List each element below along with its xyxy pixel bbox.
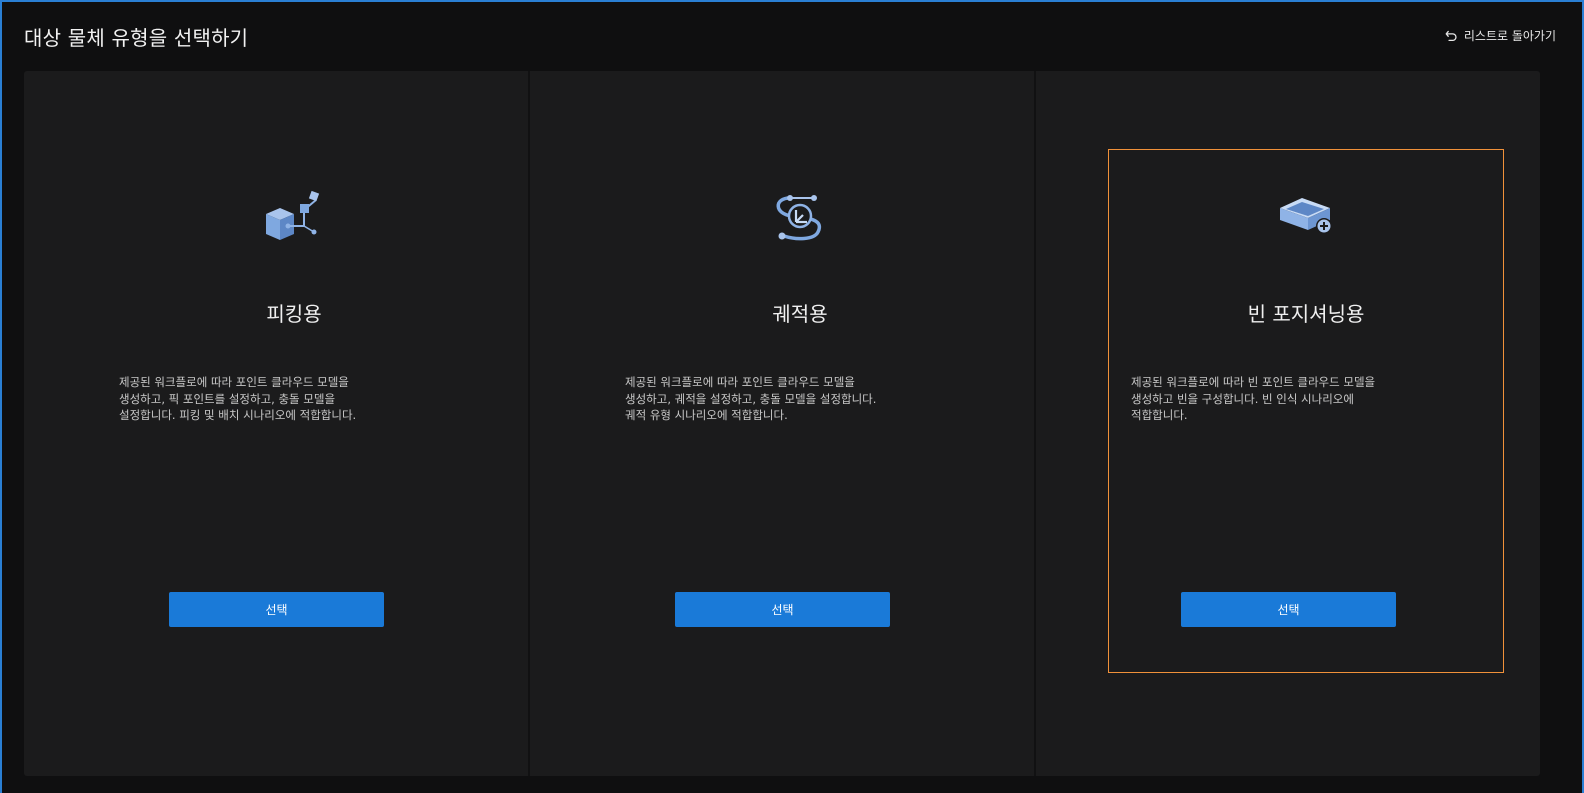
back-link-label: 리스트로 돌아가기 [1463, 29, 1556, 43]
card-bin-positioning[interactable]: 빈 포지셔닝용 제공된 워크플로에 따라 빈 포인트 클라우드 모델을 생성하고… [1108, 149, 1504, 673]
card-picking[interactable]: 피킹용 제공된 워크플로에 따라 포인트 클라우드 모델을 생성하고, 픽 포인… [96, 149, 492, 673]
bin-add-icon [1280, 198, 1332, 234]
header: 대상 물체 유형을 선택하기 리스트로 돌아가기 [2, 2, 1582, 70]
card-title: 궤적용 [772, 302, 828, 326]
column-picking: 피킹용 제공된 워크플로에 따라 포인트 클라우드 모델을 생성하고, 픽 포인… [24, 71, 528, 776]
app-window: 대상 물체 유형을 선택하기 리스트로 돌아가기 피킹용 제공된 워크플로에 따… [0, 0, 1584, 793]
card-description: 제공된 워크플로에 따라 포인트 클라우드 모델을 생성하고, 궤적을 설정하고… [625, 375, 877, 422]
card-trajectory[interactable]: 궤적용 제공된 워크플로에 따라 포인트 클라우드 모델을 생성하고, 궤적을 … [602, 149, 998, 673]
undo-arrow-icon [1445, 30, 1457, 42]
trajectory-icon [776, 195, 822, 241]
select-button-picking[interactable]: 선택 [169, 592, 384, 627]
column-trajectory: 궤적용 제공된 워크플로에 따라 포인트 클라우드 모델을 생성하고, 궤적을 … [528, 71, 1034, 776]
column-bin-positioning: 빈 포지셔닝용 제공된 워크플로에 따라 빈 포인트 클라우드 모델을 생성하고… [1034, 71, 1540, 776]
card-title: 피킹용 [266, 302, 322, 326]
back-to-list-link[interactable]: 리스트로 돌아가기 [1445, 27, 1556, 44]
box-picking-icon [266, 190, 320, 240]
select-button-trajectory[interactable]: 선택 [675, 592, 890, 627]
select-button-bin-positioning[interactable]: 선택 [1181, 592, 1396, 627]
card-title: 빈 포지셔닝용 [1247, 302, 1365, 326]
page-title: 대상 물체 유형을 선택하기 [24, 26, 249, 50]
card-description: 제공된 워크플로에 따라 포인트 클라우드 모델을 생성하고, 픽 포인트를 설… [119, 375, 357, 422]
card-panel: 피킹용 제공된 워크플로에 따라 포인트 클라우드 모델을 생성하고, 픽 포인… [24, 71, 1540, 776]
card-description: 제공된 워크플로에 따라 빈 포인트 클라우드 모델을 생성하고 빈을 구성합니… [1131, 375, 1376, 422]
